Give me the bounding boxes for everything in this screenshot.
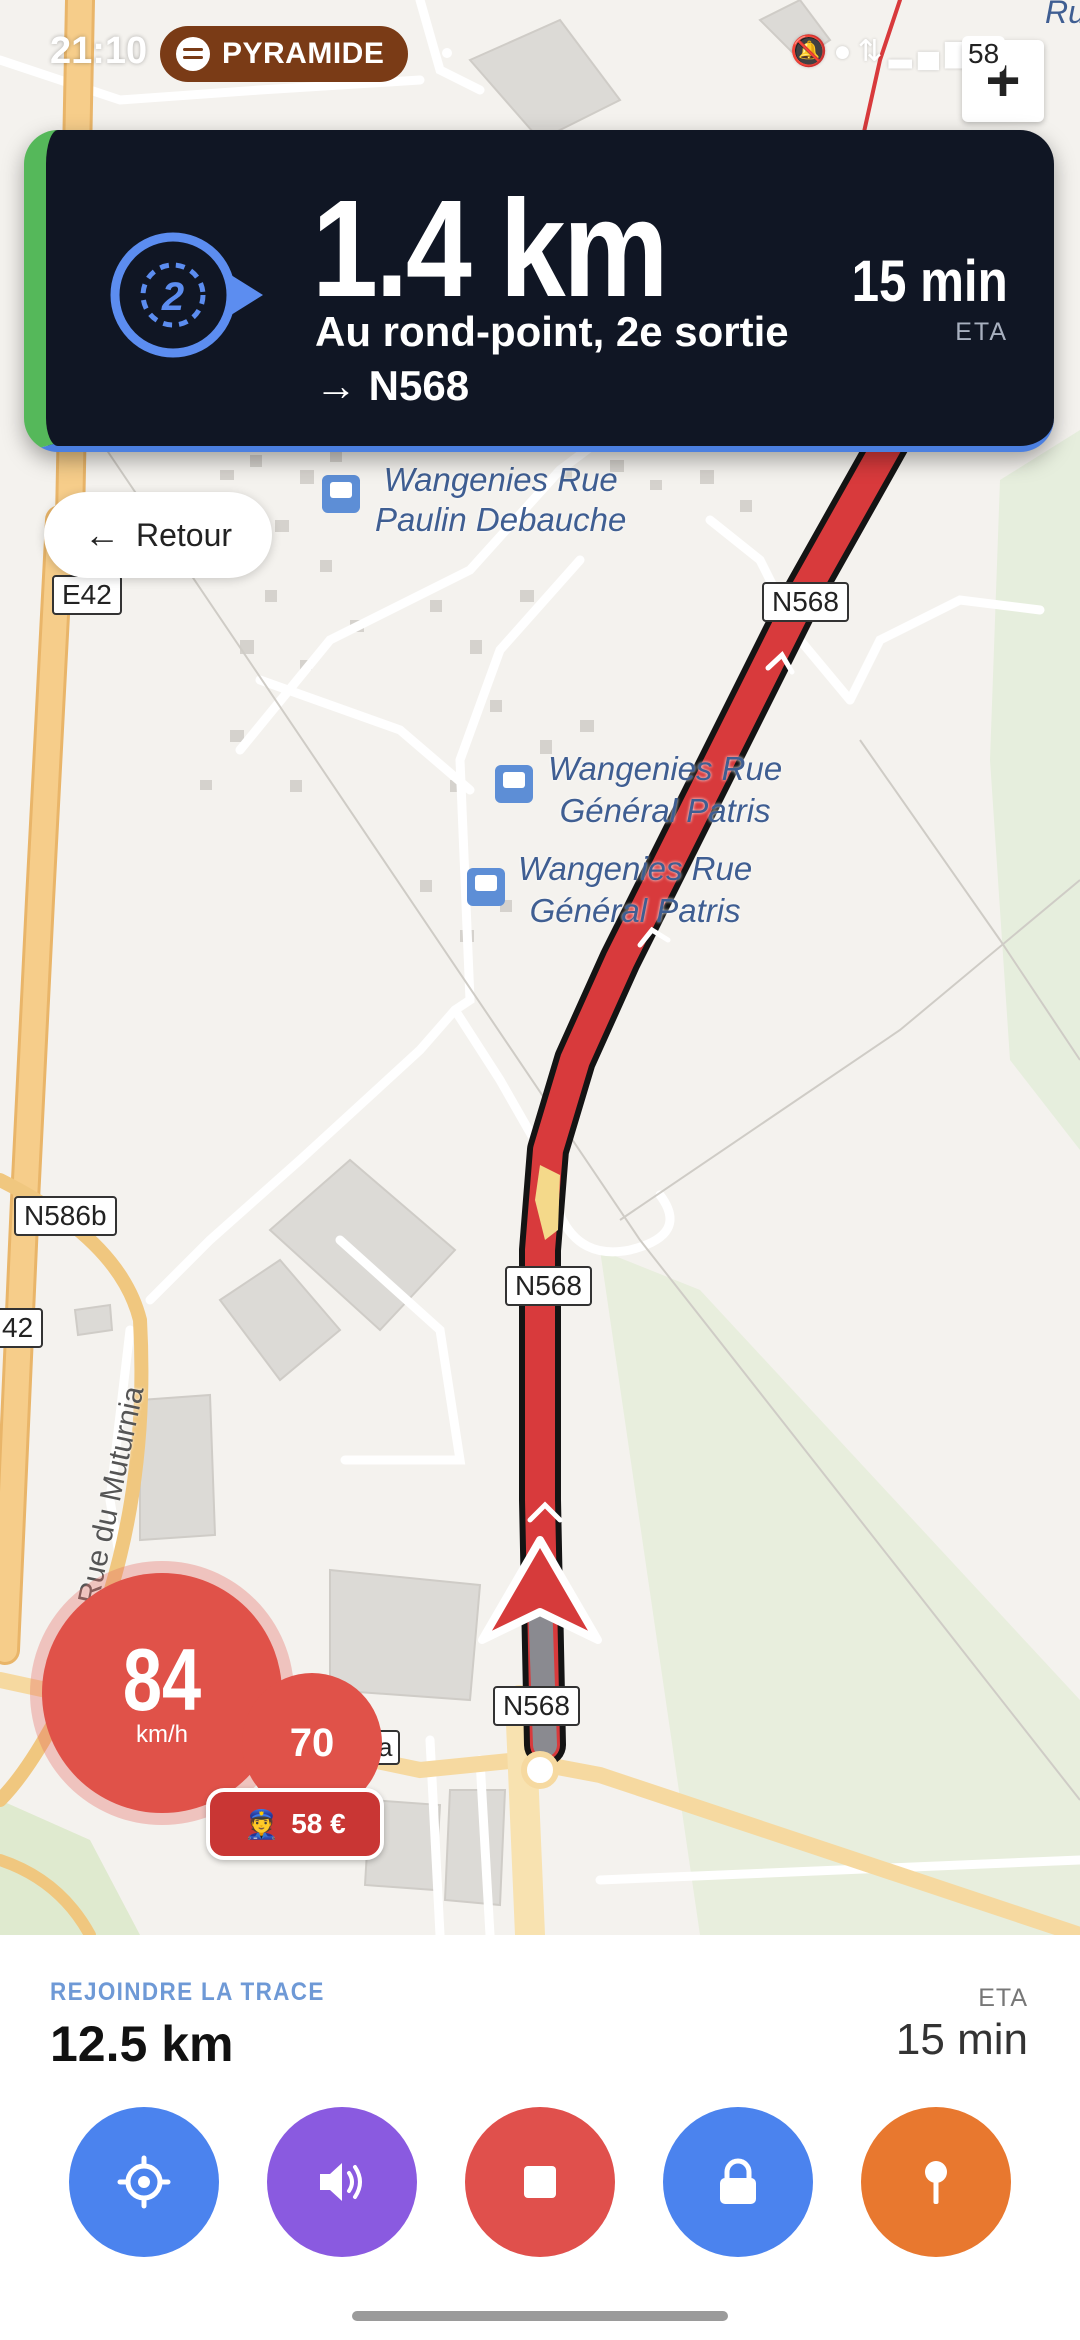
roundabout-icon: 2: [110, 232, 263, 358]
home-indicator[interactable]: [352, 2311, 728, 2321]
battery-indicator: 58: [962, 36, 1006, 72]
roundabout-exit-number: 2: [161, 275, 184, 319]
road-shield-n568-bottom: N568: [493, 1686, 580, 1726]
current-speed-widget: 84 km/h: [42, 1573, 282, 1813]
arrow-left-icon: ←: [83, 514, 120, 555]
bus-stop-label-3: Wangenies Rue Général Patris: [518, 848, 752, 932]
status-time: 21:10: [50, 30, 148, 72]
road-shield-e42-partial: 42: [0, 1308, 44, 1348]
status-icons: 🔕●⇅▂▄▆: [790, 34, 974, 69]
nav-eta-label: ETA: [955, 318, 1008, 346]
maneuver-instruction-line1: Au rond-point, 2e sortie: [315, 308, 789, 355]
fine-amount: 58 €: [291, 1808, 346, 1839]
pin-button[interactable]: [861, 2107, 1011, 2257]
bus-stop-label-3-line2: Général Patris: [529, 892, 741, 929]
lock-icon: [720, 2158, 756, 2204]
route-status-label: REJOINDRE LA TRACE: [50, 1978, 325, 2006]
eta-value: 15 min: [895, 2015, 1028, 2064]
recenter-button[interactable]: [69, 2107, 219, 2257]
fine-badge: 👮 58 €: [206, 1788, 384, 1860]
stop-icon: [524, 2166, 556, 2198]
remaining-distance: 12.5 km: [50, 2016, 234, 2072]
current-speed: 84: [122, 1630, 202, 1729]
mute-icon: 🔕: [790, 35, 834, 68]
road-shield-n568-top: N568: [762, 582, 849, 622]
bus-stop-label-2-line1: Wangenies Rue: [548, 750, 783, 787]
now-playing-title: PYRAMIDE: [222, 37, 385, 70]
road-shield-e42: E42: [52, 575, 122, 615]
bus-stop-label-2: Wangenies Rue Général Patris: [548, 748, 782, 832]
pin-icon: [925, 2161, 947, 2204]
eta-label: ETA: [978, 1984, 1028, 2012]
bus-stop-label-3-line1: Wangenies Rue: [518, 850, 753, 887]
bus-stop-label-1-line1: Wangenies Rue: [383, 461, 618, 498]
maneuver-instruction-line2: → N568: [315, 362, 470, 409]
now-playing-pill[interactable]: PYRAMIDE: [160, 26, 409, 82]
lock-button[interactable]: [663, 2107, 813, 2257]
location-icon: ●: [833, 35, 858, 68]
back-button[interactable]: ← Retour: [44, 492, 272, 578]
data-icon: ⇅: [857, 35, 889, 68]
road-shield-n586b: N586b: [14, 1196, 117, 1236]
bus-stop-label-1-line2: Paulin Debauche: [375, 501, 627, 538]
bus-stop-label-1: Wangenies Rue Paulin Debauche: [375, 460, 626, 540]
crosshair-icon: [117, 2155, 171, 2209]
road-shield-n568-middle: N568: [505, 1266, 592, 1306]
back-button-label: Retour: [135, 516, 233, 553]
maneuver-instruction: Au rond-point, 2e sortie → N568: [315, 305, 789, 413]
stop-navigation-button[interactable]: [465, 2107, 615, 2257]
map-label-partial-top: Ru: [1045, 0, 1080, 30]
speaker-icon: [320, 2163, 362, 2201]
nav-eta-time: 15 min: [851, 249, 1008, 314]
spotify-icon: [176, 37, 210, 71]
bus-stop-label-2-line2: Général Patris: [559, 792, 771, 829]
police-officer-icon: 👮: [244, 1808, 280, 1840]
notification-dot: [442, 48, 452, 58]
sound-button[interactable]: [267, 2107, 417, 2257]
